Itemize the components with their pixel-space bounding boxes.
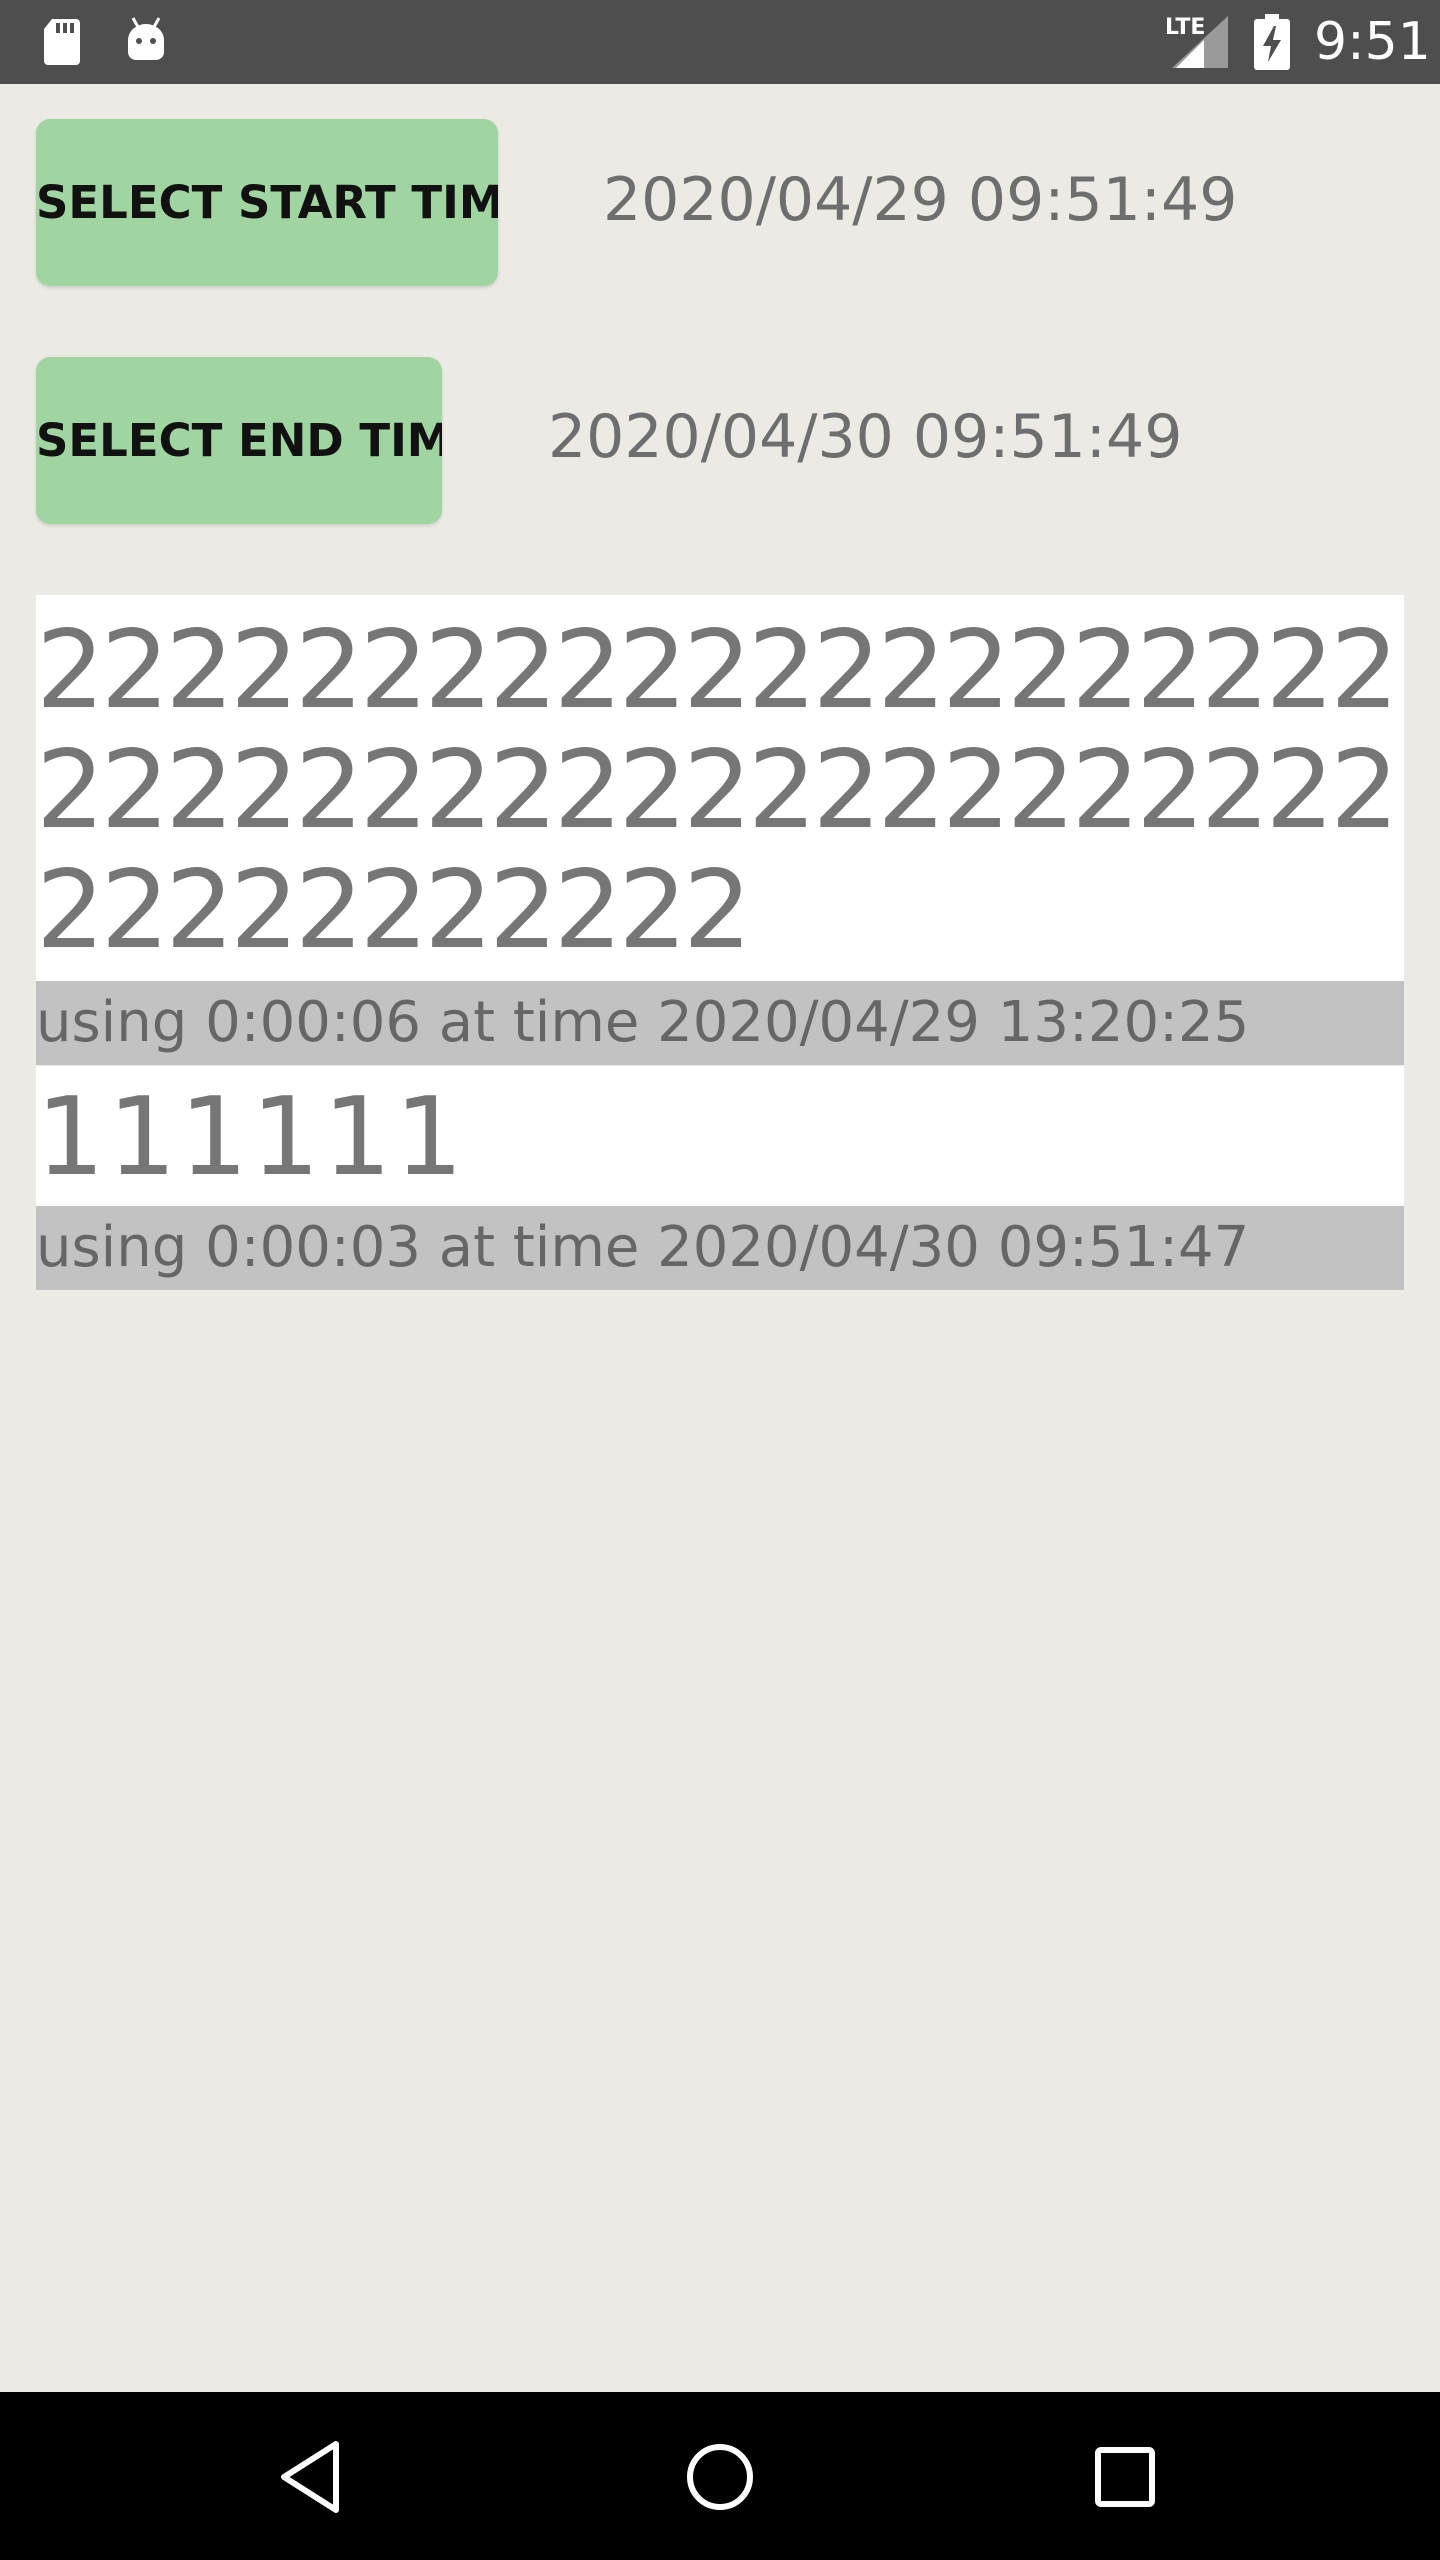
record-meta: using 0:00:03 at time 2020/04/30 09:51:4… bbox=[36, 1206, 1404, 1290]
status-bar: LTE 9:51 bbox=[0, 0, 1440, 84]
select-end-time-label: SELECT END TIME bbox=[36, 414, 442, 467]
back-icon[interactable] bbox=[270, 2432, 360, 2522]
home-icon[interactable] bbox=[675, 2432, 765, 2522]
record-title[interactable]: 2222222222222222222222222222222222222222… bbox=[36, 595, 1404, 981]
select-end-time-button[interactable]: SELECT END TIME bbox=[36, 357, 442, 524]
select-start-time-label: SELECT START TIME bbox=[36, 176, 498, 229]
recents-icon[interactable] bbox=[1080, 2432, 1170, 2522]
record-title[interactable]: 111111 bbox=[36, 1066, 1404, 1206]
status-clock: 9:51 bbox=[1314, 12, 1431, 72]
select-start-time-button[interactable]: SELECT START TIME bbox=[36, 119, 498, 286]
record-meta: using 0:00:06 at time 2020/04/29 13:20:2… bbox=[36, 981, 1404, 1065]
sd-card-icon bbox=[44, 19, 80, 65]
android-icon bbox=[128, 17, 164, 60]
navigation-bar bbox=[0, 2392, 1440, 2560]
signal-icon bbox=[1172, 16, 1228, 68]
end-time-value: 2020/04/30 09:51:49 bbox=[548, 402, 1183, 472]
battery-charging-icon bbox=[1254, 14, 1290, 70]
start-time-value: 2020/04/29 09:51:49 bbox=[603, 165, 1238, 235]
